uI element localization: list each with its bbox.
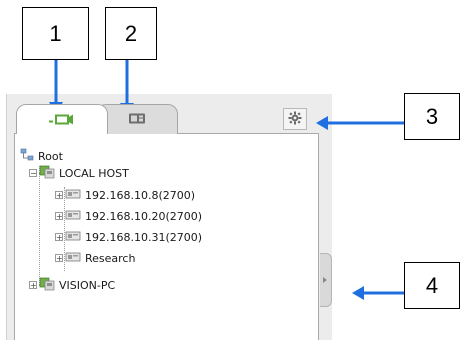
recorder-icon: [128, 110, 146, 129]
arrow-3: [316, 116, 404, 130]
arrow-4: [352, 286, 404, 300]
tab-camera[interactable]: [16, 104, 108, 134]
callout-arrows: [49, 60, 404, 300]
camera-icon: [49, 110, 75, 129]
tab-recorder[interactable]: [96, 104, 178, 134]
